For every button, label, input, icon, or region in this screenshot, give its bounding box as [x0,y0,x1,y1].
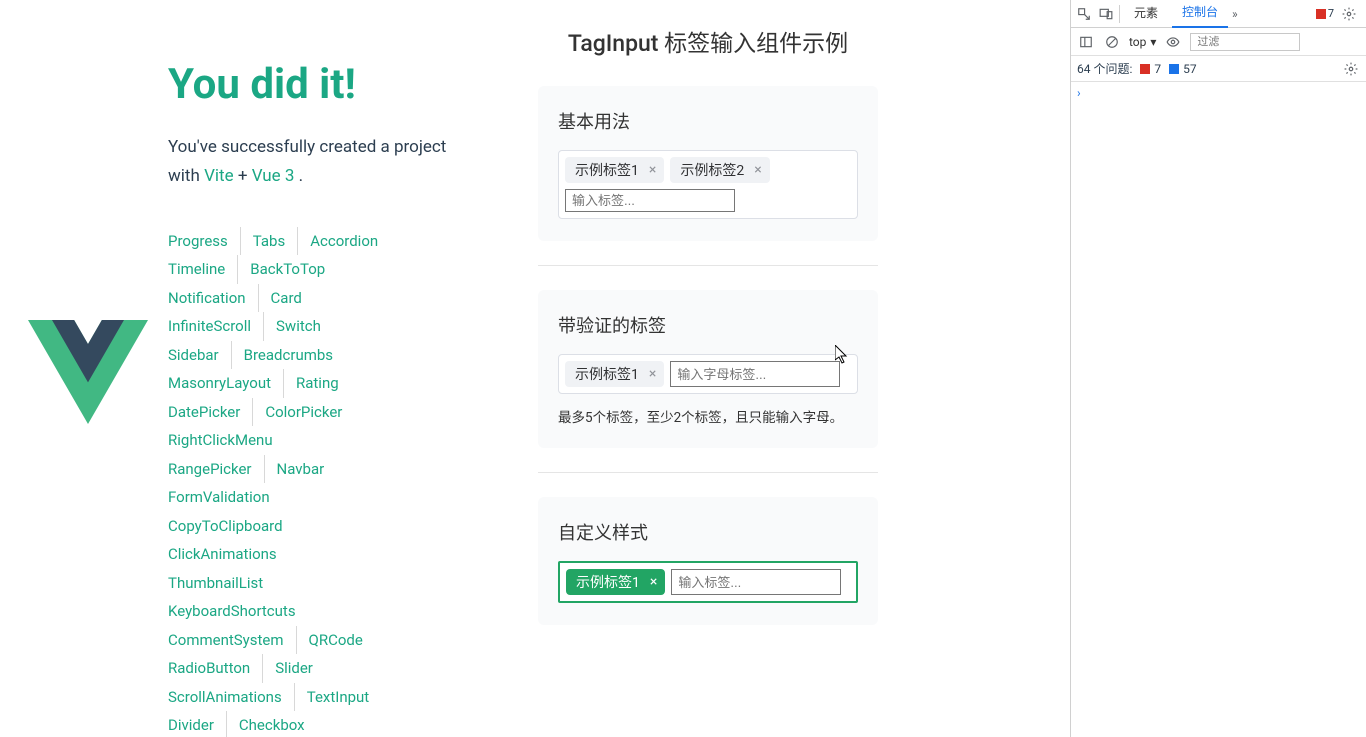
tag-remove-icon[interactable]: × [646,574,661,590]
issues-errors[interactable]: 7 [1140,62,1161,76]
tag-remove-icon[interactable]: × [750,162,765,178]
validation-hint: 最多5个标签，至少2个标签，且只能输入字母。 [558,406,858,426]
nav-link-card[interactable]: Card [259,284,314,313]
nav-link-checkbox[interactable]: Checkbox [227,711,317,737]
error-flag-icon [1316,9,1326,19]
error-count: 7 [1328,7,1334,20]
nav-link-scrollanimations[interactable]: ScrollAnimations [168,683,295,712]
nav-link-tabs[interactable]: Tabs [241,227,298,256]
nav-link-thumbnaillist[interactable]: ThumbnailList [168,569,275,598]
nav-link-progress[interactable]: Progress [168,227,241,256]
nav-link-notification[interactable]: Notification [168,284,259,313]
nav-link-colorpicker[interactable]: ColorPicker [253,398,354,427]
nav-link-clickanimations[interactable]: ClickAnimations [168,540,289,569]
nav-link-datepicker[interactable]: DatePicker [168,398,253,427]
tag: 示例标签1 × [565,361,664,387]
intro-plus: + [238,166,252,186]
nav-link-qrcode[interactable]: QRCode [297,626,375,655]
nav-link-rangepicker[interactable]: RangePicker [168,455,265,484]
tag-remove-icon[interactable]: × [645,366,660,382]
page-title: TagInput 标签输入组件示例 [538,24,878,58]
clear-console-icon[interactable] [1103,33,1121,51]
nav-link-infinitescroll[interactable]: InfiniteScroll [168,312,264,341]
issues-label: 64 个问题: [1077,60,1132,77]
tag-label: 示例标签1 [575,364,639,384]
taginput-basic[interactable]: 示例标签1 × 示例标签2 × [558,150,858,219]
tag-input[interactable] [565,189,735,212]
taginput-custom[interactable]: 示例标签1 × [558,561,858,603]
settings-gear-icon[interactable] [1340,5,1358,23]
error-count-badge[interactable]: 7 [1314,7,1336,20]
info-flag-icon [1169,64,1179,74]
component-nav: ProgressTabsAccordion TimelineBackToTopNo… [168,227,478,737]
devtools-panel: 元素 控制台 » 7 top ▾ 64 个问题: [1070,0,1366,737]
nav-link-backtotop[interactable]: BackToTop [238,255,337,284]
gear-icon[interactable] [1342,60,1360,78]
console-toolbar: top ▾ [1071,28,1366,56]
device-toggle-icon[interactable] [1097,5,1115,23]
issues-bar: 64 个问题: 7 57 [1071,56,1366,82]
tag-label: 示例标签1 [575,160,639,180]
tag-remove-icon[interactable]: × [645,162,660,178]
tag: 示例标签1 × [565,157,664,183]
hero-intro: You've successfully created a project wi… [168,133,478,191]
nav-link-radiobutton[interactable]: RadioButton [168,654,263,683]
chevron-down-icon: ▾ [1150,35,1156,49]
hero-title: You did it! [168,60,478,109]
nav-link-accordion[interactable]: Accordion [298,227,390,256]
vue-link[interactable]: Vue 3 [252,166,295,186]
issues-error-count: 7 [1154,62,1161,76]
nav-link-masonrylayout[interactable]: MasonryLayout [168,369,284,398]
tabs-overflow-icon[interactable]: » [1232,7,1238,21]
nav-link-slider[interactable]: Slider [263,654,325,683]
nav-link-timeline[interactable]: Timeline [168,255,238,284]
sidebar-toggle-icon[interactable] [1077,33,1095,51]
tag-input[interactable] [671,569,841,595]
nav-link-rightclickmenu[interactable]: RightClickMenu [168,426,285,455]
tag-label: 示例标签2 [680,160,744,180]
nav-link-sidebar[interactable]: Sidebar [168,341,232,370]
nav-link-textinput[interactable]: TextInput [295,683,382,712]
devtools-tabs: 元素 控制台 » 7 [1071,0,1366,28]
section-validation: 带验证的标签 示例标签1 × 最多5个标签，至少2个标签，且只能输入字母。 [538,290,878,448]
section-heading: 自定义样式 [558,519,858,545]
nav-link-navbar[interactable]: Navbar [265,455,337,484]
nav-link-keyboardshortcuts[interactable]: KeyboardShortcuts [168,597,308,626]
issues-info-count: 57 [1183,62,1197,76]
nav-link-divider[interactable]: Divider [168,711,227,737]
nav-link-rating[interactable]: Rating [284,369,351,398]
intro-dot: . [299,166,303,186]
section-custom-style: 自定义样式 示例标签1 × [538,497,878,625]
inspect-icon[interactable] [1075,5,1093,23]
console-prompt-icon: › [1077,86,1081,100]
filter-input[interactable] [1190,33,1300,51]
console-body[interactable]: › [1071,82,1366,737]
nav-link-switch[interactable]: Switch [264,312,333,341]
error-flag-icon [1140,64,1150,74]
tag: 示例标签1 × [566,569,665,595]
vite-link[interactable]: Vite [204,166,234,186]
nav-link-formvalidation[interactable]: FormValidation [168,483,282,512]
tag-label: 示例标签1 [576,572,640,592]
tag: 示例标签2 × [670,157,769,183]
section-heading: 基本用法 [558,108,858,134]
tab-console[interactable]: 控制台 [1172,0,1228,28]
section-divider [538,265,878,266]
section-heading: 带验证的标签 [558,312,858,338]
live-expression-icon[interactable] [1164,33,1182,51]
section-basic: 基本用法 示例标签1 × 示例标签2 × [538,86,878,241]
issues-info[interactable]: 57 [1169,62,1197,76]
tag-input[interactable] [670,361,840,387]
taginput-validation[interactable]: 示例标签1 × [558,354,858,394]
tab-elements[interactable]: 元素 [1124,0,1168,27]
nav-link-commentsystem[interactable]: CommentSystem [168,626,297,655]
nav-link-copytoclipboard[interactable]: CopyToClipboard [168,512,295,541]
section-divider [538,472,878,473]
vue-logo [28,320,148,428]
context-selector[interactable]: top ▾ [1129,35,1156,49]
nav-link-breadcrumbs[interactable]: Breadcrumbs [232,341,345,370]
context-label: top [1129,35,1146,49]
